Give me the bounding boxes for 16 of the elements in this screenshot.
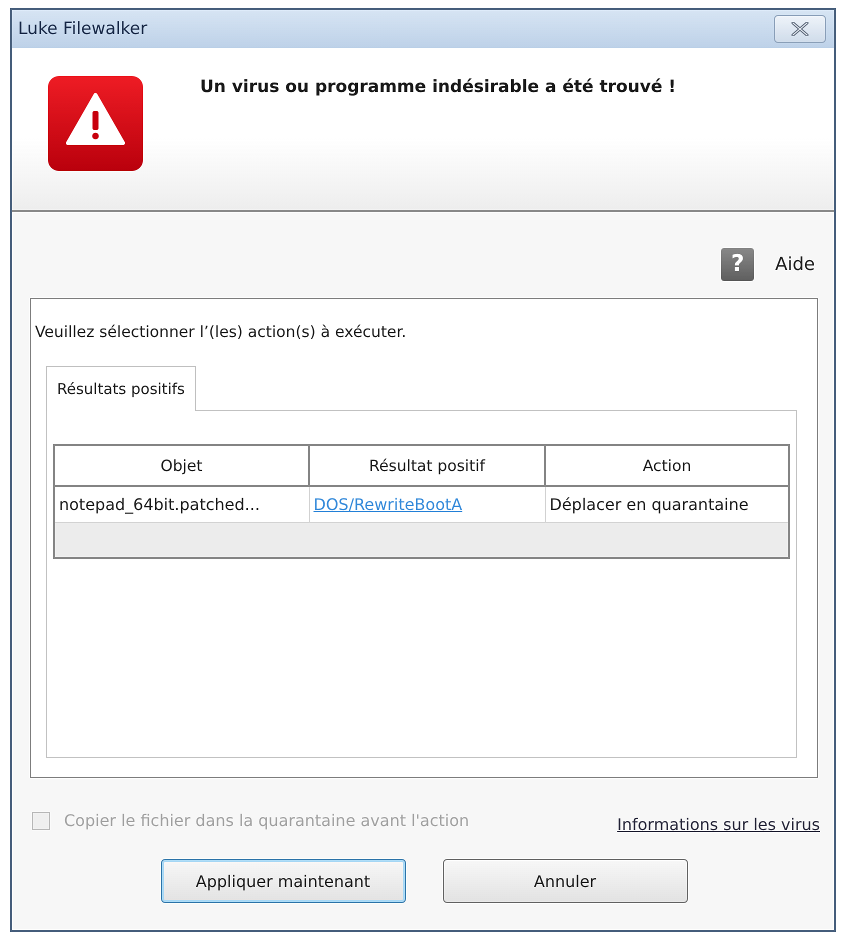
column-header[interactable]: Résultat positif xyxy=(309,445,545,486)
window-title: Luke Filewalker xyxy=(18,19,148,39)
virus-info-link[interactable]: Informations sur les virus xyxy=(617,815,820,834)
help-icon: ? xyxy=(721,248,754,281)
close-button[interactable] xyxy=(774,15,826,43)
column-header[interactable]: Action xyxy=(545,445,789,486)
alert-message: Un virus ou programme indésirable a été trouvé ! xyxy=(200,76,676,98)
help-link[interactable]: ? Aide xyxy=(721,248,815,281)
apply-button[interactable]: Appliquer maintenant xyxy=(160,859,406,903)
instruction-text: Veuillez sélectionner l’(les) action(s) à exécuter. xyxy=(35,322,408,343)
close-icon xyxy=(791,22,809,36)
checkbox-label: Copier le fichier dans la quarantaine avant l'action xyxy=(64,811,470,830)
cancel-button[interactable]: Annuler xyxy=(442,859,688,903)
column-header[interactable]: Objet xyxy=(54,445,309,486)
results-tab[interactable]: Résultats positifs xyxy=(46,366,196,411)
warning-icon xyxy=(48,76,143,171)
